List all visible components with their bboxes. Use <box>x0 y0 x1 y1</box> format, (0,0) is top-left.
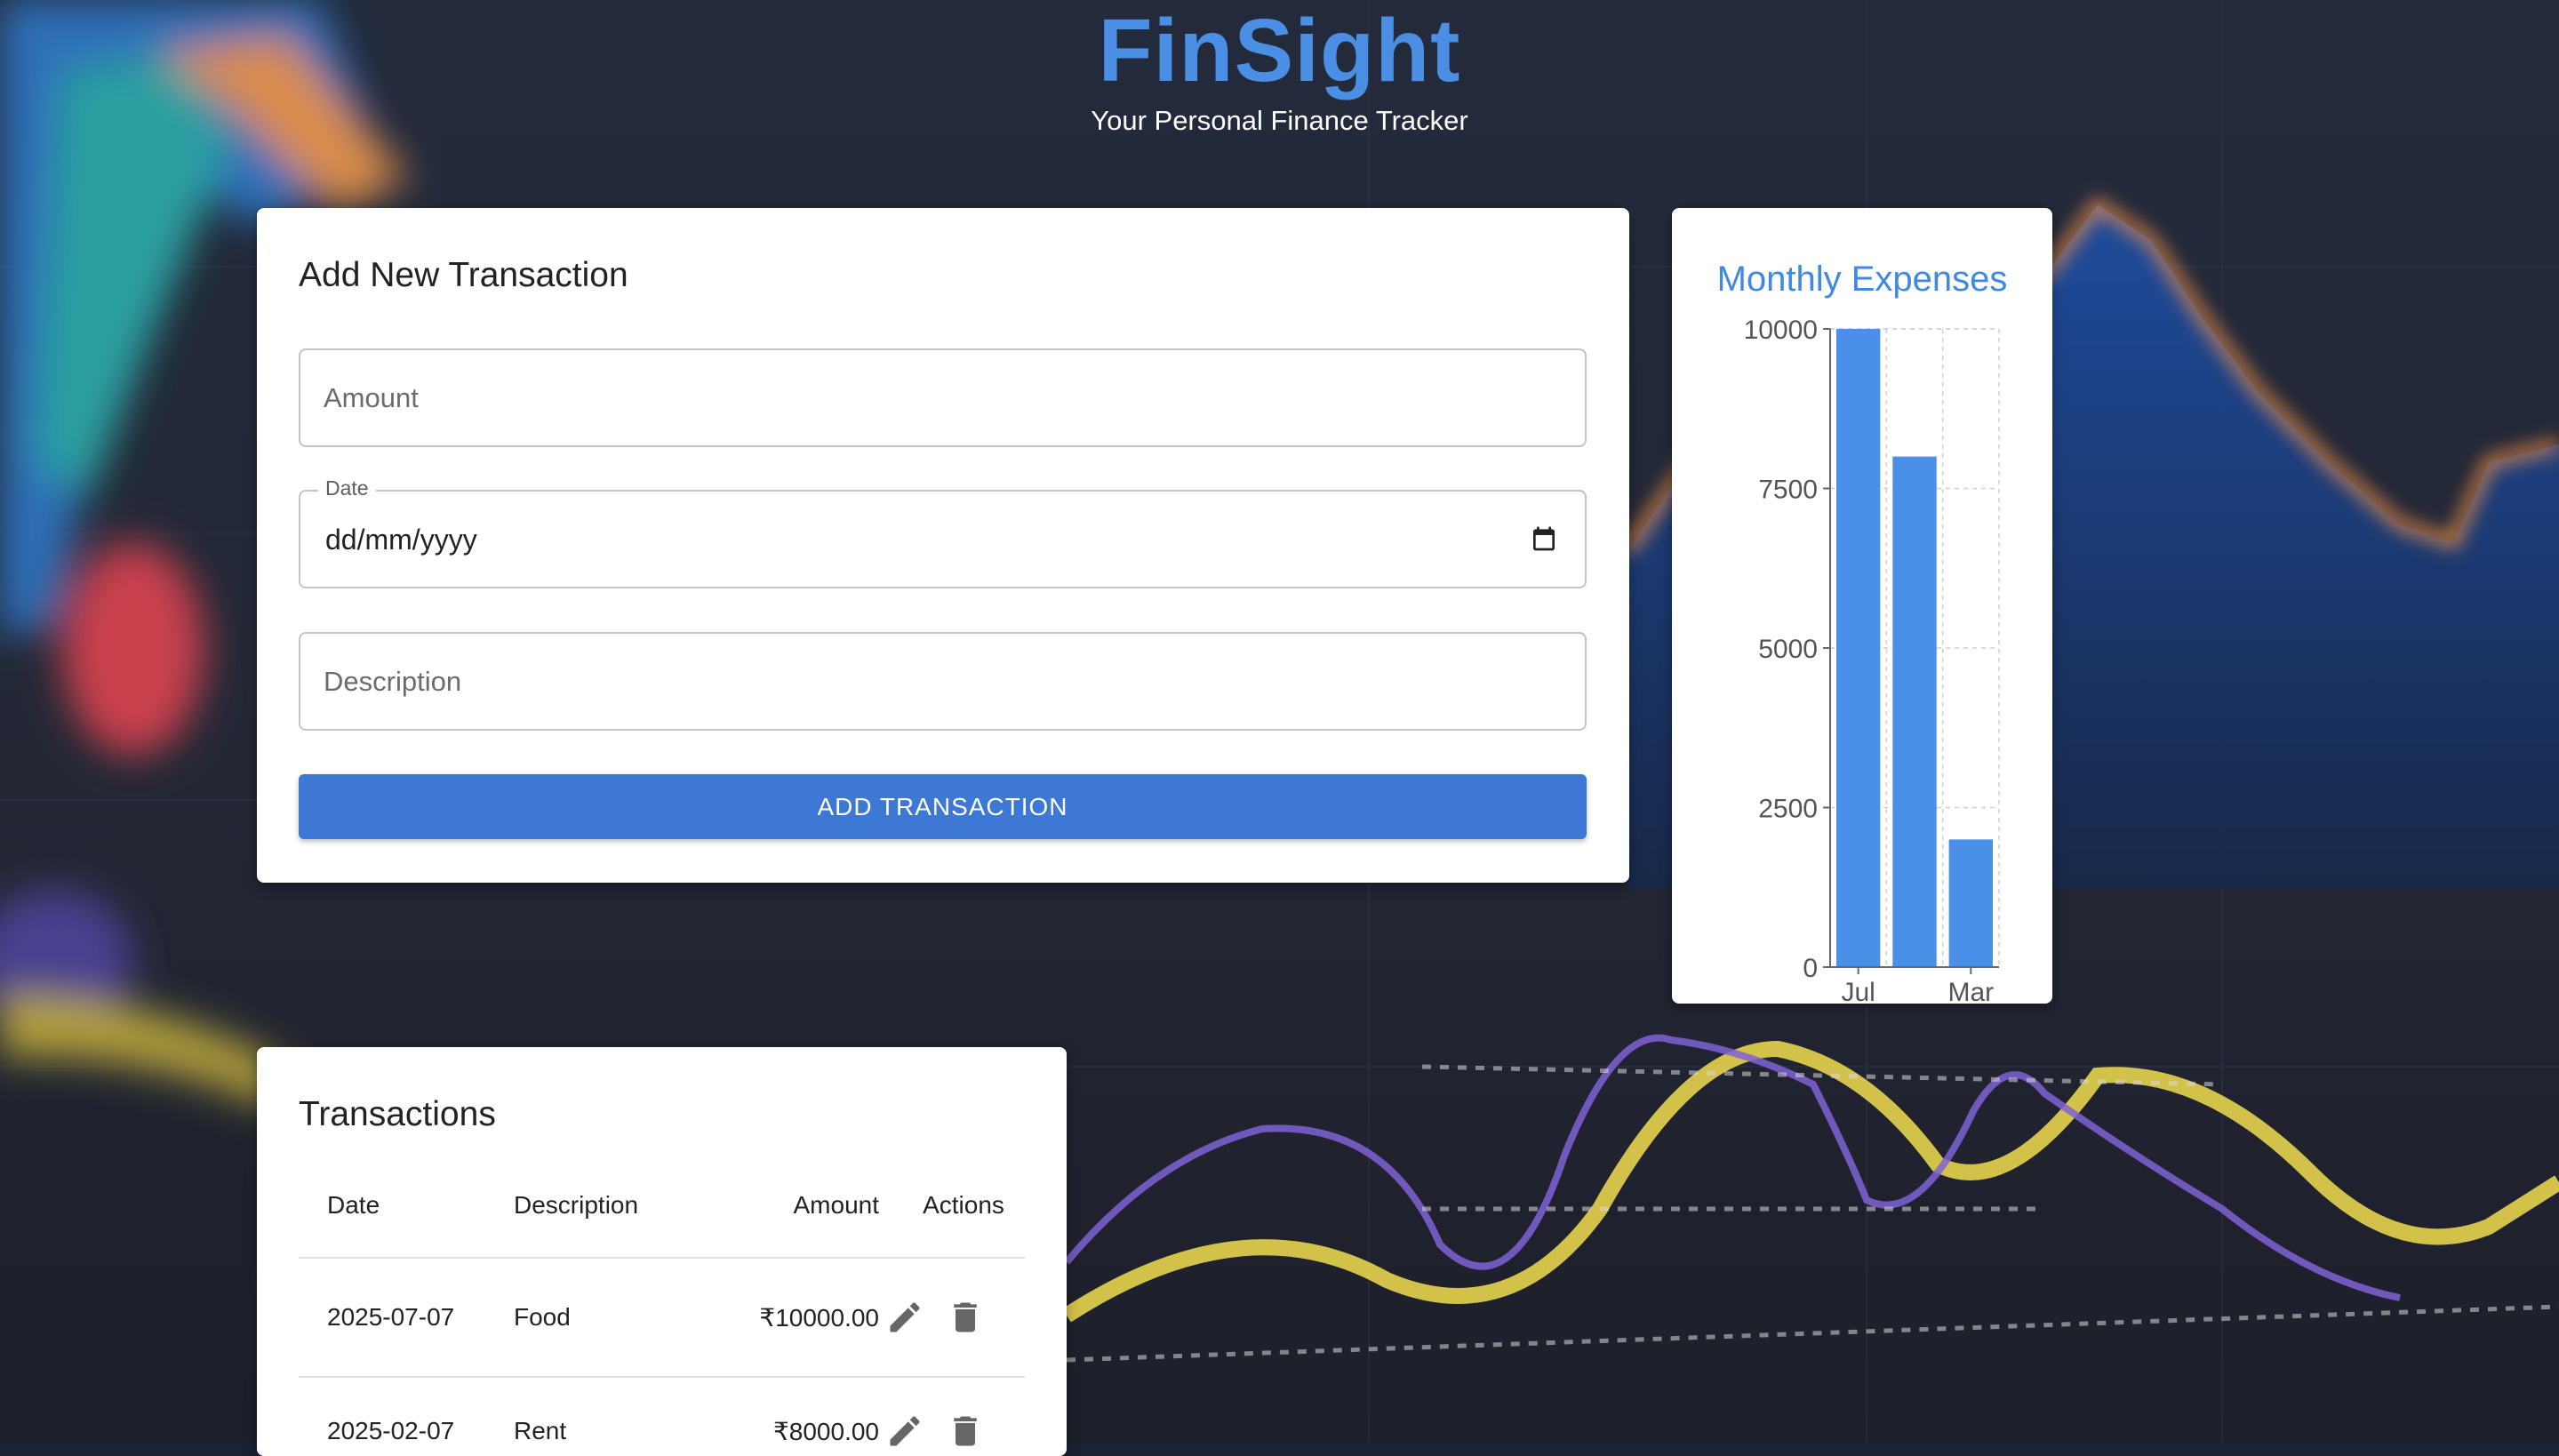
table-divider <box>299 1257 1025 1259</box>
row-date: 2025-07-07 <box>327 1303 455 1331</box>
add-transaction-card: Add New Transaction Date dd/mm/yyyy ADD … <box>257 208 1629 883</box>
table-divider <box>299 1376 1025 1378</box>
row-description: Food <box>514 1303 571 1331</box>
app-title: FinSight <box>1098 1 1461 100</box>
row-date: 2025-02-07 <box>327 1417 455 1444</box>
description-input[interactable] <box>300 634 1456 729</box>
calendar-icon[interactable] <box>1530 524 1558 553</box>
bar-mar <box>1948 839 1994 967</box>
amount-input[interactable] <box>300 350 1456 445</box>
bar-jul <box>1835 329 1881 967</box>
date-input[interactable]: dd/mm/yyyy <box>325 524 477 556</box>
monthly-expenses-card: Monthly Expenses 0 2500 5000 7500 10000 Jul Ma… <box>1672 208 2052 1004</box>
x-tick-label: Jul <box>1841 978 1875 1004</box>
bar-feb <box>1892 456 1937 967</box>
date-label: Date <box>318 476 376 500</box>
transactions-heading: Transactions <box>299 1095 496 1133</box>
app-subtitle: Your Personal Finance Tracker <box>1091 105 1468 136</box>
y-tick-label: 7500 <box>1758 476 1818 505</box>
x-tick-label: Mar <box>1947 978 1994 1004</box>
row-amount: ₹8000.00 <box>772 1418 879 1445</box>
column-header-date: Date <box>327 1191 380 1219</box>
row-amount: ₹10000.00 <box>759 1304 879 1332</box>
description-field[interactable] <box>299 632 1587 731</box>
transactions-card: Transactions Date Description Amount Act… <box>257 1047 1067 1456</box>
y-tick-label: 5000 <box>1758 635 1818 664</box>
amount-field[interactable] <box>299 348 1587 447</box>
column-header-actions: Actions <box>923 1191 1004 1219</box>
column-header-amount: Amount <box>793 1191 880 1219</box>
y-tick-label: 10000 <box>1744 316 1818 345</box>
trash-icon[interactable] <box>946 1298 985 1337</box>
monthly-expenses-chart: 0 2500 5000 7500 10000 Jul Mar <box>1744 316 2000 1004</box>
date-field[interactable]: Date dd/mm/yyyy <box>299 476 1587 588</box>
pencil-icon[interactable] <box>885 1298 924 1337</box>
pencil-icon[interactable] <box>885 1412 924 1451</box>
add-transaction-button[interactable]: ADD TRANSACTION <box>299 774 1587 839</box>
form-heading: Add New Transaction <box>299 256 628 294</box>
row-description: Rent <box>514 1417 567 1444</box>
column-header-description: Description <box>514 1191 639 1219</box>
y-tick-label: 2500 <box>1758 795 1818 824</box>
trash-icon[interactable] <box>946 1412 985 1451</box>
y-tick-label: 0 <box>1803 954 1818 983</box>
